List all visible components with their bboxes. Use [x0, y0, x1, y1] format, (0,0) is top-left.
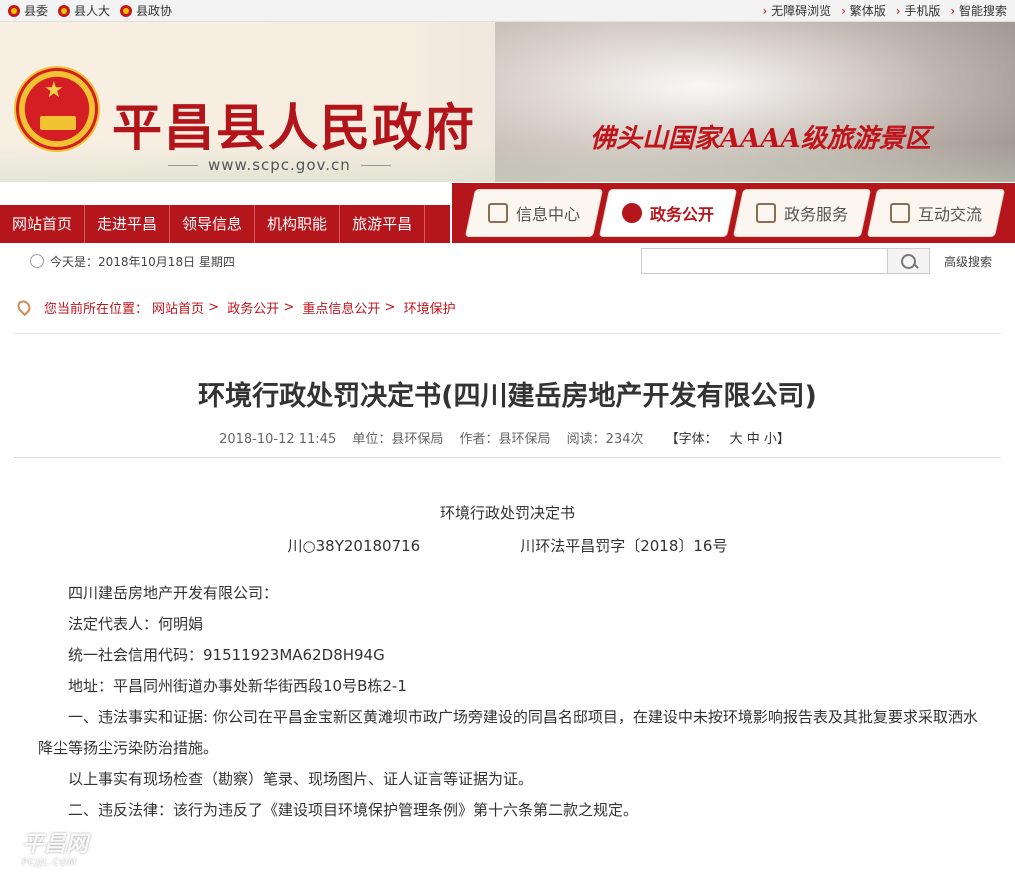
- mobile-version-link[interactable]: 手机版: [896, 2, 940, 19]
- breadcrumb-environment[interactable]: 环境保护: [404, 298, 456, 317]
- advanced-search-link[interactable]: 高级搜索: [944, 253, 992, 270]
- article-meta: 2018-10-12 11:45 单位：县环保局 作者：县环保局 阅读：234次…: [14, 428, 1001, 458]
- paragraph-violation: 二、违反法律：该行为违反了《建设项目环境保护管理条例》第十六条第二款之规定。: [68, 801, 639, 819]
- banner-slogan: 佛头山国家AAAA级旅游景区: [590, 124, 931, 154]
- doc-number-left: 川○38Y20180716: [287, 537, 421, 555]
- breadcrumb-home[interactable]: 网站首页: [152, 298, 204, 317]
- tab-government-services[interactable]: 政务服务: [732, 189, 872, 237]
- nav-about-pingchang[interactable]: 走进平昌: [85, 205, 171, 243]
- article: 环境行政处罚决定书(四川建岳房地产开发有限公司) 2018-10-12 11:4…: [14, 334, 1001, 826]
- read-count: 阅读：234次: [566, 432, 644, 447]
- search-input[interactable]: [642, 249, 887, 273]
- section-tabs: 信息中心 政务公开 政务服务 互动交流: [452, 183, 1015, 243]
- search-box: [641, 248, 930, 274]
- article-body: 四川建岳房地产开发有限公司： 法定代表人：何明娟 统一社会信用代码：915119…: [14, 578, 1001, 826]
- top-link-cppcc[interactable]: 县政协: [120, 2, 172, 19]
- font-size-control[interactable]: 【字体：大 中 小】: [660, 432, 796, 447]
- top-right-links: 无障碍浏览 繁体版 手机版 智能搜索: [762, 2, 1007, 19]
- document-icon: [487, 203, 508, 223]
- smart-search-link[interactable]: 智能搜索: [950, 2, 1007, 19]
- main-navigation: 网站首页 走进平昌 领导信息 机构职能 旅游平昌 信息中心 政务公开 政务服务 …: [0, 183, 1015, 245]
- top-left-links: 县委 县人大 县政协: [8, 2, 172, 19]
- article-title: 环境行政处罚决定书(四川建岳房地产开发有限公司): [198, 381, 817, 412]
- site-name: 平昌县人民政府: [112, 98, 476, 157]
- traditional-chinese-link[interactable]: 繁体版: [841, 2, 886, 19]
- monitor-icon: [755, 203, 776, 223]
- breadcrumb-gov-affairs[interactable]: 政务公开: [227, 298, 279, 317]
- accessibility-link[interactable]: 无障碍浏览: [762, 2, 831, 19]
- clock-icon: [30, 254, 44, 268]
- cppcc-emblem-icon: [120, 4, 133, 17]
- tab-interaction[interactable]: 互动交流: [866, 189, 1006, 237]
- paragraph-facts: 一、违法事实和证据: 你公司在平昌金宝新区黄滩坝市政广场旁建设的同昌名邸项目，在…: [38, 708, 978, 757]
- paragraph-legal-rep: 法定代表人：何明娟: [68, 615, 204, 633]
- top-link-county-committee[interactable]: 县委: [8, 2, 48, 19]
- tab-government-affairs[interactable]: 政务公开: [598, 189, 738, 237]
- breadcrumb: 您当前所在位置： 网站首页 > 政务公开 > 重点信息公开 > 环境保护: [14, 282, 1001, 334]
- breadcrumb-key-info[interactable]: 重点信息公开: [302, 298, 380, 317]
- chat-icon: [889, 203, 910, 223]
- top-bar: 县委 县人大 县政协 无障碍浏览 繁体版 手机版 智能搜索: [0, 0, 1015, 22]
- primary-nav: 网站首页 走进平昌 领导信息 机构职能 旅游平昌: [0, 205, 450, 243]
- site-url: www.scpc.gov.cn: [168, 156, 391, 174]
- national-emblem-icon: [58, 4, 71, 17]
- microphone-icon: [621, 203, 642, 223]
- paragraph-credit-code: 统一社会信用代码：91511923MA62D8H94G: [68, 646, 385, 664]
- paragraph-address: 地址：平昌同州街道办事处新华街西段10号B栋2-1: [68, 677, 407, 695]
- site-watermark: 平昌网 PCJJL.COM: [22, 832, 89, 868]
- nav-tourism[interactable]: 旅游平昌: [340, 205, 426, 243]
- national-emblem-logo: [14, 66, 100, 152]
- document-heading: 环境行政处罚决定书: [439, 504, 575, 522]
- document-numbers: 川○38Y20180716 川环法平昌罚字〔2018〕16号: [14, 535, 1001, 556]
- article-unit: 单位：县环保局: [352, 432, 444, 447]
- today-date: 今天是：2018年10月18日 星期四: [50, 254, 235, 269]
- nav-leadership[interactable]: 领导信息: [170, 205, 256, 243]
- top-link-peoples-congress[interactable]: 县人大: [58, 2, 110, 19]
- party-emblem-icon: [8, 4, 20, 17]
- nav-home[interactable]: 网站首页: [0, 205, 86, 243]
- doc-number-right: 川环法平昌罚字〔2018〕16号: [520, 537, 728, 555]
- site-banner: 平昌县人民政府 www.scpc.gov.cn 佛头山国家AAAA级旅游景区: [0, 22, 1015, 182]
- publish-date: 2018-10-12 11:45: [219, 432, 337, 447]
- article-author: 作者：县环保局: [459, 432, 551, 447]
- search-button[interactable]: [887, 249, 929, 273]
- date-search-bar: 今天是：2018年10月18日 星期四 高级搜索: [0, 246, 1015, 276]
- paragraph-evidence: 以上事实有现场检查（勘察）笔录、现场图片、证人证言等证据为证。: [68, 770, 534, 788]
- nav-institutions[interactable]: 机构职能: [255, 205, 341, 243]
- location-pin-icon: [14, 297, 34, 317]
- breadcrumb-prefix: 您当前所在位置：: [44, 302, 149, 317]
- tab-info-center[interactable]: 信息中心: [464, 189, 604, 237]
- paragraph-recipient: 四川建岳房地产开发有限公司：: [68, 584, 279, 602]
